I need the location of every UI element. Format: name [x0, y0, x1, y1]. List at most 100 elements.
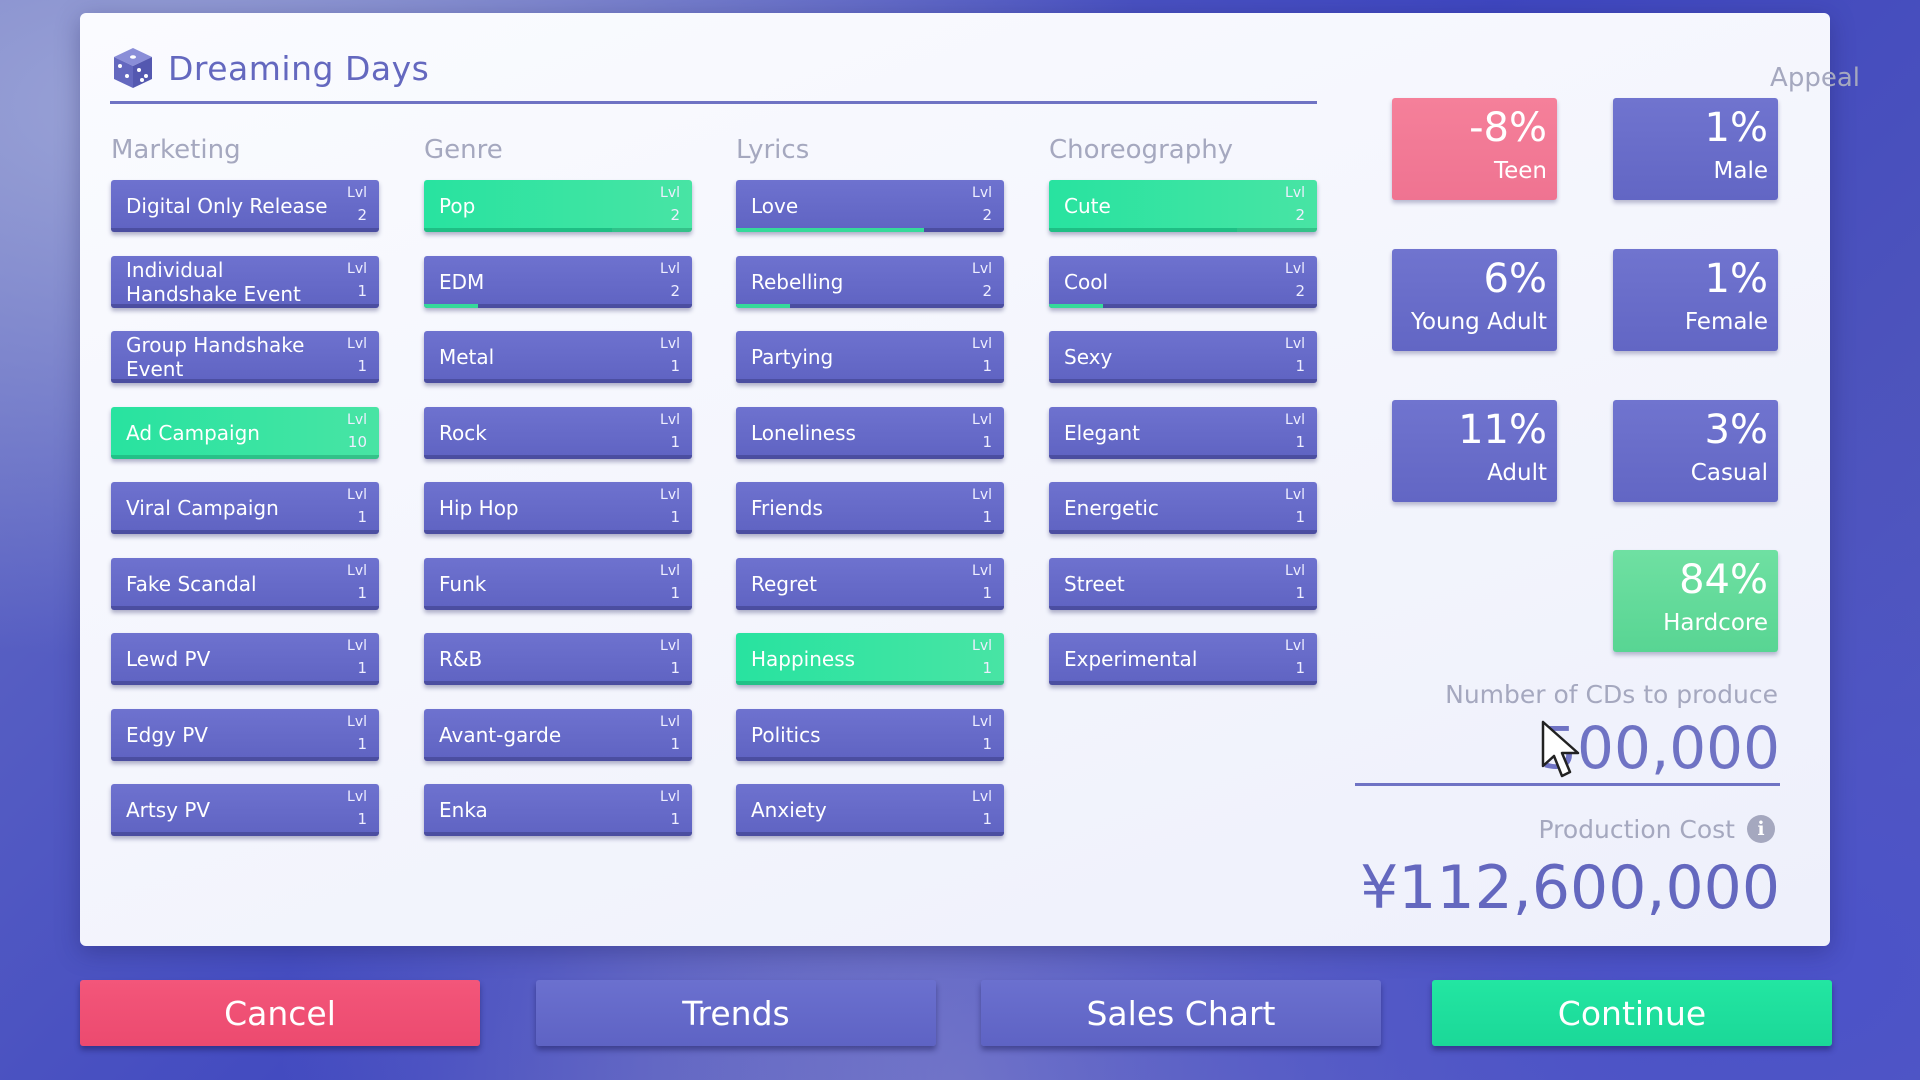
level-progress-bar	[424, 530, 692, 534]
level-number: 1	[357, 583, 367, 602]
appeal-tile: 3% Casual	[1613, 400, 1778, 502]
option-label: Happiness	[751, 647, 856, 671]
option-button[interactable]: Metal Lvl 1	[424, 331, 692, 383]
level-tag: Lvl	[660, 185, 680, 201]
option-label: Avant-garde	[439, 722, 562, 747]
level-progress-bar	[424, 756, 692, 761]
level-number: 1	[670, 734, 680, 753]
level-number: 2	[982, 206, 992, 224]
category-lyrics: Lyrics Love Lvl 2 Rebelling Lvl 2 Partying Lvl 1 L…	[736, 128, 1004, 860]
option-button[interactable]: Elegant Lvl 1	[1049, 406, 1317, 459]
option-button[interactable]: Cool Lvl 2	[1049, 255, 1317, 308]
option-button[interactable]: Pop Lvl 2	[424, 180, 692, 232]
level-number: 1	[982, 357, 992, 375]
continue-button[interactable]: Continue	[1432, 980, 1832, 1046]
level-number: 1	[670, 432, 680, 451]
option-button[interactable]: Energetic Lvl 1	[1049, 482, 1317, 534]
category-title: Genre	[424, 135, 503, 165]
level-tag: Lvl	[972, 789, 992, 805]
level-progress-bar	[111, 303, 379, 308]
level-progress-bar	[1049, 605, 1317, 610]
level-number: 1	[982, 583, 992, 602]
option-label: Ad Campaign	[126, 420, 260, 445]
level-number: 1	[982, 810, 992, 828]
appeal-percent: 11%	[1458, 407, 1547, 453]
option-button[interactable]: Hip Hop Lvl 1	[424, 482, 692, 534]
option-button[interactable]: Enka Lvl 1	[424, 784, 692, 836]
level-progress-bar	[424, 681, 692, 685]
cancel-button[interactable]: Cancel	[80, 980, 480, 1046]
option-label: Group Handshake Event	[126, 333, 305, 381]
level-number: 1	[1295, 508, 1305, 526]
option-label: Rock	[439, 420, 487, 445]
sales-chart-button[interactable]: Sales Chart	[981, 980, 1381, 1046]
option-label: Loneliness	[751, 420, 856, 445]
option-button[interactable]: Happiness Lvl 1	[736, 633, 1004, 685]
option-button[interactable]: Group Handshake Event Lvl 1	[111, 331, 379, 383]
option-label: Artsy PV	[126, 798, 211, 822]
option-button[interactable]: Individual Handshake Event Lvl 1	[111, 255, 379, 308]
level-progress-fill	[1049, 303, 1103, 308]
level-number: 2	[1295, 206, 1305, 224]
level-progress-bar	[736, 228, 1004, 232]
option-button[interactable]: Funk Lvl 1	[424, 557, 692, 610]
option-button[interactable]: Experimental Lvl 1	[1049, 633, 1317, 685]
level-number: 2	[357, 206, 367, 224]
level-progress-bar	[736, 530, 1004, 534]
appeal-percent: 6%	[1483, 256, 1547, 302]
option-button[interactable]: Viral Campaign Lvl 1	[111, 482, 379, 534]
option-label: Street	[1064, 571, 1125, 596]
option-button[interactable]: Friends Lvl 1	[736, 482, 1004, 534]
option-label: Funk	[439, 571, 487, 596]
option-label: R&B	[439, 647, 483, 671]
option-button[interactable]: Street Lvl 1	[1049, 557, 1317, 610]
option-button[interactable]: Artsy PV Lvl 1	[111, 784, 379, 836]
option-button[interactable]: Avant-garde Lvl 1	[424, 708, 692, 761]
appeal-percent: 3%	[1704, 407, 1768, 453]
option-button[interactable]: EDM Lvl 2	[424, 255, 692, 308]
option-button[interactable]: Rock Lvl 1	[424, 406, 692, 459]
level-progress-bar	[111, 681, 379, 685]
option-label: Viral Campaign	[126, 496, 279, 520]
level-tag: Lvl	[347, 638, 367, 654]
level-progress-bar	[1049, 303, 1317, 308]
option-button[interactable]: Sexy Lvl 1	[1049, 331, 1317, 383]
trends-button[interactable]: Trends	[536, 980, 936, 1046]
level-progress-bar	[111, 756, 379, 761]
option-button[interactable]: Fake Scandal Lvl 1	[111, 557, 379, 610]
option-button[interactable]: Cute Lvl 2	[1049, 180, 1317, 232]
level-tag: Lvl	[347, 487, 367, 503]
level-number: 1	[670, 810, 680, 828]
option-button[interactable]: R&B Lvl 1	[424, 633, 692, 685]
production-cost-label: Production Cost	[1538, 815, 1735, 844]
level-progress-fill	[424, 228, 612, 232]
option-button[interactable]: Digital Only Release Lvl 2	[111, 180, 379, 232]
option-button[interactable]: Regret Lvl 1	[736, 557, 1004, 610]
level-tag: Lvl	[347, 789, 367, 805]
option-button[interactable]: Ad Campaign Lvl 10	[111, 406, 379, 459]
level-tag: Lvl	[1285, 411, 1305, 428]
option-button[interactable]: Politics Lvl 1	[736, 708, 1004, 761]
level-progress-bar	[111, 454, 379, 459]
option-button[interactable]: Lewd PV Lvl 1	[111, 633, 379, 685]
option-button[interactable]: Loneliness Lvl 1	[736, 406, 1004, 459]
level-progress-bar	[736, 681, 1004, 685]
option-label: Digital Only Release	[126, 194, 328, 218]
option-label: Pop	[439, 194, 476, 218]
level-tag: Lvl	[347, 713, 367, 730]
level-progress-bar	[424, 605, 692, 610]
option-button[interactable]: Rebelling Lvl 2	[736, 255, 1004, 308]
appeal-tile: -8% Teen	[1392, 98, 1557, 200]
level-progress-bar	[424, 303, 692, 308]
level-progress-bar	[111, 228, 379, 232]
option-button[interactable]: Partying Lvl 1	[736, 331, 1004, 383]
option-button[interactable]: Anxiety Lvl 1	[736, 784, 1004, 836]
level-tag: Lvl	[1285, 260, 1305, 277]
option-button[interactable]: Love Lvl 2	[736, 180, 1004, 232]
info-icon[interactable]: i	[1747, 815, 1775, 843]
level-number: 1	[357, 281, 367, 300]
option-button[interactable]: Edgy PV Lvl 1	[111, 708, 379, 761]
level-number: 1	[357, 508, 367, 526]
level-tag: Lvl	[660, 336, 680, 352]
level-tag: Lvl	[660, 638, 680, 654]
